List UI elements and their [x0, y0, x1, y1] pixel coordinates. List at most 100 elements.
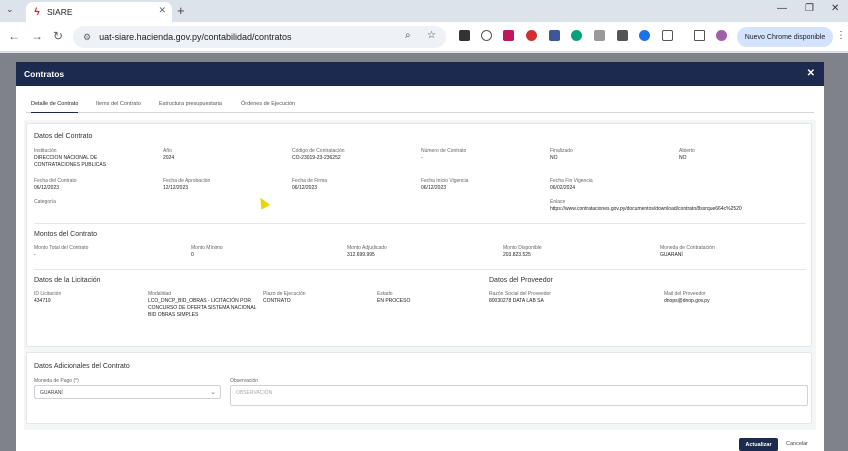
field-value: 06/12/2023: [34, 185, 60, 191]
extension-icon[interactable]: [481, 30, 492, 41]
field-label: Fecha del Contrato: [34, 178, 77, 184]
field-label: Mail del Proveedor: [664, 291, 706, 297]
url-text: uat-siare.hacienda.gov.py/contabilidad/c…: [99, 32, 292, 42]
modal-header: Contratos ✕: [16, 62, 824, 86]
field-label: Plazo de Ejecución: [263, 291, 306, 297]
forward-icon[interactable]: →: [31, 29, 43, 43]
extension-icon[interactable]: [549, 30, 560, 41]
tab-search-icon[interactable]: ⌄: [6, 4, 14, 15]
profile-avatar[interactable]: [716, 30, 727, 41]
browser-tab-title: SIARE: [47, 7, 73, 17]
tab-estructura-presupuestaria[interactable]: Estructura presupuestaria: [159, 101, 222, 107]
field-label: Abierto: [679, 148, 695, 154]
observacion-textarea[interactable]: OBSERVACIÓN: [230, 385, 808, 406]
section-title-licitacion: Datos de la Licitación: [34, 277, 101, 284]
zoom-icon[interactable]: ⌕: [405, 30, 411, 41]
field-value: -: [421, 155, 423, 161]
chrome-menu-icon[interactable]: ⋮: [836, 30, 846, 41]
field-label: Institución: [34, 148, 57, 154]
observacion-placeholder: OBSERVACIÓN: [236, 390, 273, 396]
field-value: 12/12/2023: [163, 185, 189, 191]
field-value: CO-23019-23-236252: [292, 155, 341, 161]
field-label: Número de Contrato: [421, 148, 467, 154]
extension-icon[interactable]: [459, 30, 470, 41]
field-label: Razón Social del Proveedor: [489, 291, 551, 297]
contratos-modal: Contratos ✕ Detalle de Contrato Items de…: [16, 62, 824, 451]
moneda-pago-select[interactable]: GUARANÍ ⌄: [34, 385, 221, 399]
address-bar[interactable]: ⚙ uat-siare.hacienda.gov.py/contabilidad…: [73, 26, 446, 48]
extension-icon[interactable]: [617, 30, 628, 41]
reload-icon[interactable]: ↻: [53, 29, 63, 43]
field-value: CONTRATO: [263, 298, 291, 304]
observacion-label: Observación: [230, 378, 259, 384]
moneda-pago-label: Moneda de Pago (*): [34, 378, 79, 384]
field-label: ID Licitación: [34, 291, 62, 297]
side-panel-icon[interactable]: [694, 30, 705, 41]
extension-icon[interactable]: [594, 30, 605, 41]
extension-icon[interactable]: [639, 30, 650, 41]
site-settings-icon[interactable]: ⚙: [83, 32, 91, 43]
restore-icon[interactable]: ❐: [805, 3, 814, 14]
field-label: Monto Disponible: [503, 245, 542, 251]
section-title-adicionales: Datos Adicionales del Contrato: [34, 363, 130, 370]
field-label: Finalizado: [550, 148, 573, 154]
field-value: 0: [191, 252, 194, 258]
modal-tabs: Detalle de Contrato Items del Contrato E…: [26, 99, 814, 113]
browser-tab[interactable]: ϟ SIARE ✕: [26, 2, 172, 22]
section-title-datos-contrato: Datos del Contrato: [34, 133, 93, 140]
actualizar-button[interactable]: Actualizar: [739, 438, 778, 451]
field-value: NO: [550, 155, 558, 161]
field-label: Código de Contratación: [292, 148, 345, 154]
tab-close-icon[interactable]: ✕: [158, 5, 166, 16]
field-label: Año: [163, 148, 172, 154]
field-label: Fecha Inicio Vigencia: [421, 178, 469, 184]
divider: [34, 269, 806, 270]
field-value: 2024: [163, 155, 175, 161]
field-value: 434719: [34, 298, 51, 304]
field-value: NO: [679, 155, 687, 161]
enlace-link[interactable]: https://www.contrataciones.gov.py/docume…: [550, 206, 742, 213]
section-title-proveedor: Datos del Proveedor: [489, 277, 553, 284]
field-label: Moneda de Contratación: [660, 245, 715, 251]
field-value: DIRECCION NACIONAL DE CONTRATACIONES PUB…: [34, 155, 107, 168]
field-label: Monto Adjudicado: [347, 245, 387, 251]
field-value: dnops@dnop.gov.py: [664, 298, 710, 304]
tab-ordenes-ejecucion[interactable]: Órdenes de Ejecución: [241, 101, 295, 107]
back-icon[interactable]: ←: [8, 29, 20, 43]
modal-title: Contratos: [24, 69, 65, 79]
enlace-label: Enlace: [550, 199, 566, 205]
new-tab-icon[interactable]: +: [177, 3, 185, 18]
field-label: Fecha Fin Vigencia: [550, 178, 593, 184]
field-value: 06/12/2023: [421, 185, 447, 191]
divider: [34, 223, 806, 224]
browser-tab-strip: ⌄ ϟ SIARE ✕ + — ❐ ✕: [0, 0, 848, 22]
extension-icon[interactable]: [503, 30, 514, 41]
tab-items-contrato[interactable]: Items del Contrato: [96, 101, 141, 107]
extension-icon[interactable]: [571, 30, 582, 41]
browser-toolbar: ← → ↻ ⚙ uat-siare.hacienda.gov.py/contab…: [0, 22, 848, 52]
field-label: Monto Mínimo: [191, 245, 223, 251]
cancelar-button[interactable]: Cancelar: [786, 441, 808, 447]
field-value: 312.699.995: [347, 252, 375, 258]
tab-detalle-contrato[interactable]: Detalle de Contrato: [31, 101, 79, 113]
field-value: -: [34, 252, 36, 258]
field-label: Estado: [377, 291, 393, 297]
window-close-icon[interactable]: ✕: [831, 3, 839, 14]
section-title-montos: Montos del Contrato: [34, 231, 98, 238]
field-label: Modalidad: [148, 291, 172, 297]
field-value: 203.823.525: [503, 252, 531, 258]
bookmark-star-icon[interactable]: ☆: [427, 30, 436, 41]
moneda-pago-value: GUARANÍ: [40, 390, 63, 396]
field-label: Monto Total del Contrato: [34, 245, 89, 251]
modal-body[interactable]: Datos del Contrato Institución DIRECCION…: [24, 120, 816, 430]
chrome-update-button[interactable]: Nuevo Chrome disponible: [737, 27, 833, 47]
field-value: LCO_DNCP_BID_OBRAS - LICITACIÓN POR CONC…: [148, 298, 257, 318]
field-value: 80030278 DATA LAB SA: [489, 298, 544, 304]
field-label: Fecha de Aprobación: [163, 178, 211, 184]
datos-card: Datos del Contrato Institución DIRECCION…: [26, 123, 812, 347]
extensions-puzzle-icon[interactable]: [662, 30, 673, 41]
modal-close-icon[interactable]: ✕: [807, 68, 815, 79]
siare-logo-icon: ϟ: [34, 6, 40, 18]
extension-icon[interactable]: [526, 30, 537, 41]
minimize-icon[interactable]: —: [777, 3, 787, 14]
